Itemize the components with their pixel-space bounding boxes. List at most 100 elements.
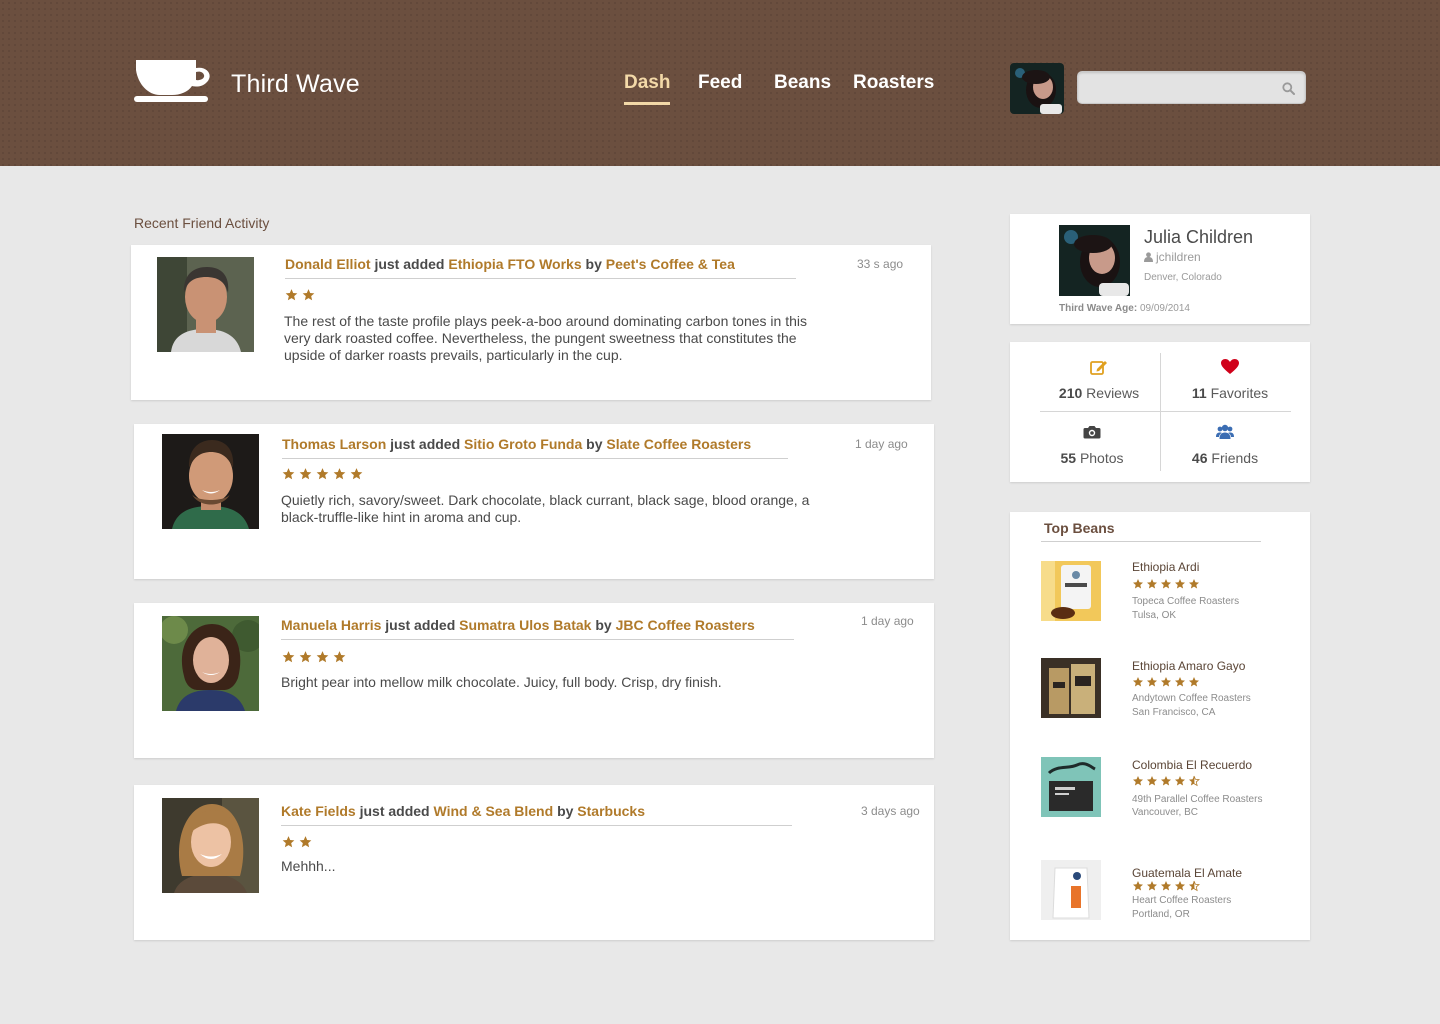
profile-name: Julia Children — [1144, 227, 1254, 247]
star-icon — [1188, 676, 1200, 688]
star-icon — [1174, 676, 1186, 688]
nav-dash[interactable]: Dash — [624, 72, 671, 105]
stat-label: Reviews — [1086, 385, 1140, 401]
star-icon — [1160, 775, 1172, 787]
by-text: by — [557, 803, 574, 819]
by-text: by — [586, 436, 603, 452]
bean-thumbnail[interactable] — [1041, 860, 1101, 920]
activity-time: 1 day ago — [861, 614, 914, 628]
stat-label: Favorites — [1210, 385, 1269, 401]
star-icon — [315, 467, 330, 481]
star-icon — [332, 467, 347, 481]
search-box[interactable] — [1077, 71, 1306, 104]
friend-photo[interactable] — [162, 616, 259, 711]
star-icon — [1146, 578, 1158, 590]
stats-card: 210 Reviews 11 Favorites 55 Photos 46 Fr… — [1010, 342, 1310, 482]
activity-verb: just added — [374, 256, 445, 272]
star-icon — [1174, 775, 1186, 787]
activity-verb: just added — [359, 803, 430, 819]
stat-count: 11 — [1191, 385, 1207, 401]
activity-headline: Donald Elliot just added Ethiopia FTO Wo… — [285, 256, 796, 279]
rating-stars — [281, 467, 364, 481]
roaster-link[interactable]: JBC Coffee Roasters — [616, 617, 755, 633]
star-icon — [1174, 880, 1186, 892]
roaster-link[interactable]: Starbucks — [577, 803, 645, 819]
bean-name-link[interactable]: Guatemala El Amate — [1132, 866, 1242, 880]
top-header: Third Wave Dash Feed Beans Roasters — [0, 0, 1440, 166]
profile-location: Denver, Colorado — [1144, 272, 1222, 283]
bean-rating-stars — [1132, 578, 1200, 590]
star-icon — [1146, 880, 1158, 892]
profile-handle: jchildren — [1144, 250, 1201, 264]
star-half-icon — [1188, 880, 1200, 892]
star-icon — [1146, 775, 1158, 787]
stat-label: Friends — [1211, 450, 1259, 466]
by-text: by — [585, 256, 602, 272]
profile-avatar[interactable] — [1059, 225, 1130, 296]
user-avatar[interactable] — [1010, 63, 1064, 114]
bean-link[interactable]: Ethiopia FTO Works — [448, 256, 581, 272]
star-icon — [332, 650, 347, 664]
nav-feed[interactable]: Feed — [698, 72, 742, 102]
friend-name-link[interactable]: Donald Elliot — [285, 256, 371, 272]
stat-friends[interactable]: 46 Friends — [1165, 424, 1285, 466]
friend-name-link[interactable]: Manuela Harris — [281, 617, 381, 633]
stat-photos[interactable]: 55 Photos — [1032, 424, 1152, 466]
star-icon — [1174, 578, 1186, 590]
top-beans-card: Top Beans Ethiopia Ardi Topeca Coffee Ro… — [1010, 512, 1310, 940]
search-input[interactable] — [1086, 77, 1276, 99]
app-title: Third Wave — [231, 70, 360, 98]
bean-name-link[interactable]: Ethiopia Ardi — [1132, 560, 1199, 574]
bean-rating-stars — [1132, 676, 1200, 688]
star-icon — [298, 650, 313, 664]
bean-thumbnail[interactable] — [1041, 561, 1101, 621]
friend-name-link[interactable]: Kate Fields — [281, 803, 356, 819]
users-icon — [1216, 424, 1234, 439]
star-half-icon — [1188, 775, 1200, 787]
edit-icon — [1090, 361, 1107, 375]
stat-count: 55 — [1060, 450, 1077, 466]
star-icon — [1146, 676, 1158, 688]
activity-time: 3 days ago — [861, 804, 920, 818]
star-icon — [1132, 676, 1144, 688]
star-icon — [298, 467, 313, 481]
nav-roasters[interactable]: Roasters — [853, 72, 934, 102]
star-icon — [315, 650, 330, 664]
profile-card: Julia Children jchildren Denver, Colorad… — [1010, 214, 1310, 324]
rating-stars — [284, 288, 316, 302]
bean-thumbnail[interactable] — [1041, 658, 1101, 718]
bean-link[interactable]: Wind & Sea Blend — [434, 803, 554, 819]
bean-link[interactable]: Sitio Groto Funda — [464, 436, 582, 452]
stat-favorites[interactable]: 11 Favorites — [1170, 359, 1290, 401]
camera-icon — [1083, 426, 1101, 439]
friend-photo[interactable] — [157, 257, 254, 352]
star-icon — [1132, 578, 1144, 590]
nav-beans[interactable]: Beans — [774, 72, 831, 102]
friend-name-link[interactable]: Thomas Larson — [282, 436, 386, 452]
bean-thumbnail[interactable] — [1041, 757, 1101, 817]
bean-roaster: 49th Parallel Coffee Roasters — [1132, 794, 1263, 805]
bean-name-link[interactable]: Colombia El Recuerdo — [1132, 758, 1252, 772]
bean-name-link[interactable]: Ethiopia Amaro Gayo — [1132, 659, 1245, 673]
profile-age: Third Wave Age: 09/09/2014 — [1059, 303, 1190, 314]
activity-headline: Thomas Larson just added Sitio Groto Fun… — [282, 436, 788, 459]
rating-stars — [281, 835, 313, 849]
search-icon[interactable] — [1282, 82, 1295, 95]
star-icon — [301, 288, 316, 302]
bean-link[interactable]: Sumatra Ulos Batak — [459, 617, 591, 633]
by-text: by — [595, 617, 612, 633]
activity-card: Donald Elliot just added Ethiopia FTO Wo… — [131, 245, 931, 400]
activity-time: 33 s ago — [857, 257, 904, 271]
stat-reviews[interactable]: 210 Reviews — [1039, 359, 1159, 401]
bean-rating-stars — [1132, 880, 1200, 892]
friend-photo[interactable] — [162, 434, 259, 529]
age-value: 09/09/2014 — [1139, 303, 1190, 314]
coffee-cup-icon[interactable] — [134, 58, 212, 104]
roaster-link[interactable]: Peet's Coffee & Tea — [606, 256, 735, 272]
friend-photo[interactable] — [162, 798, 259, 893]
activity-verb: just added — [390, 436, 461, 452]
roaster-link[interactable]: Slate Coffee Roasters — [606, 436, 751, 452]
bean-location: Tulsa, OK — [1132, 610, 1177, 621]
review-text: Bright pear into mellow milk chocolate. … — [281, 674, 722, 690]
feed-title: Recent Friend Activity — [134, 215, 270, 231]
